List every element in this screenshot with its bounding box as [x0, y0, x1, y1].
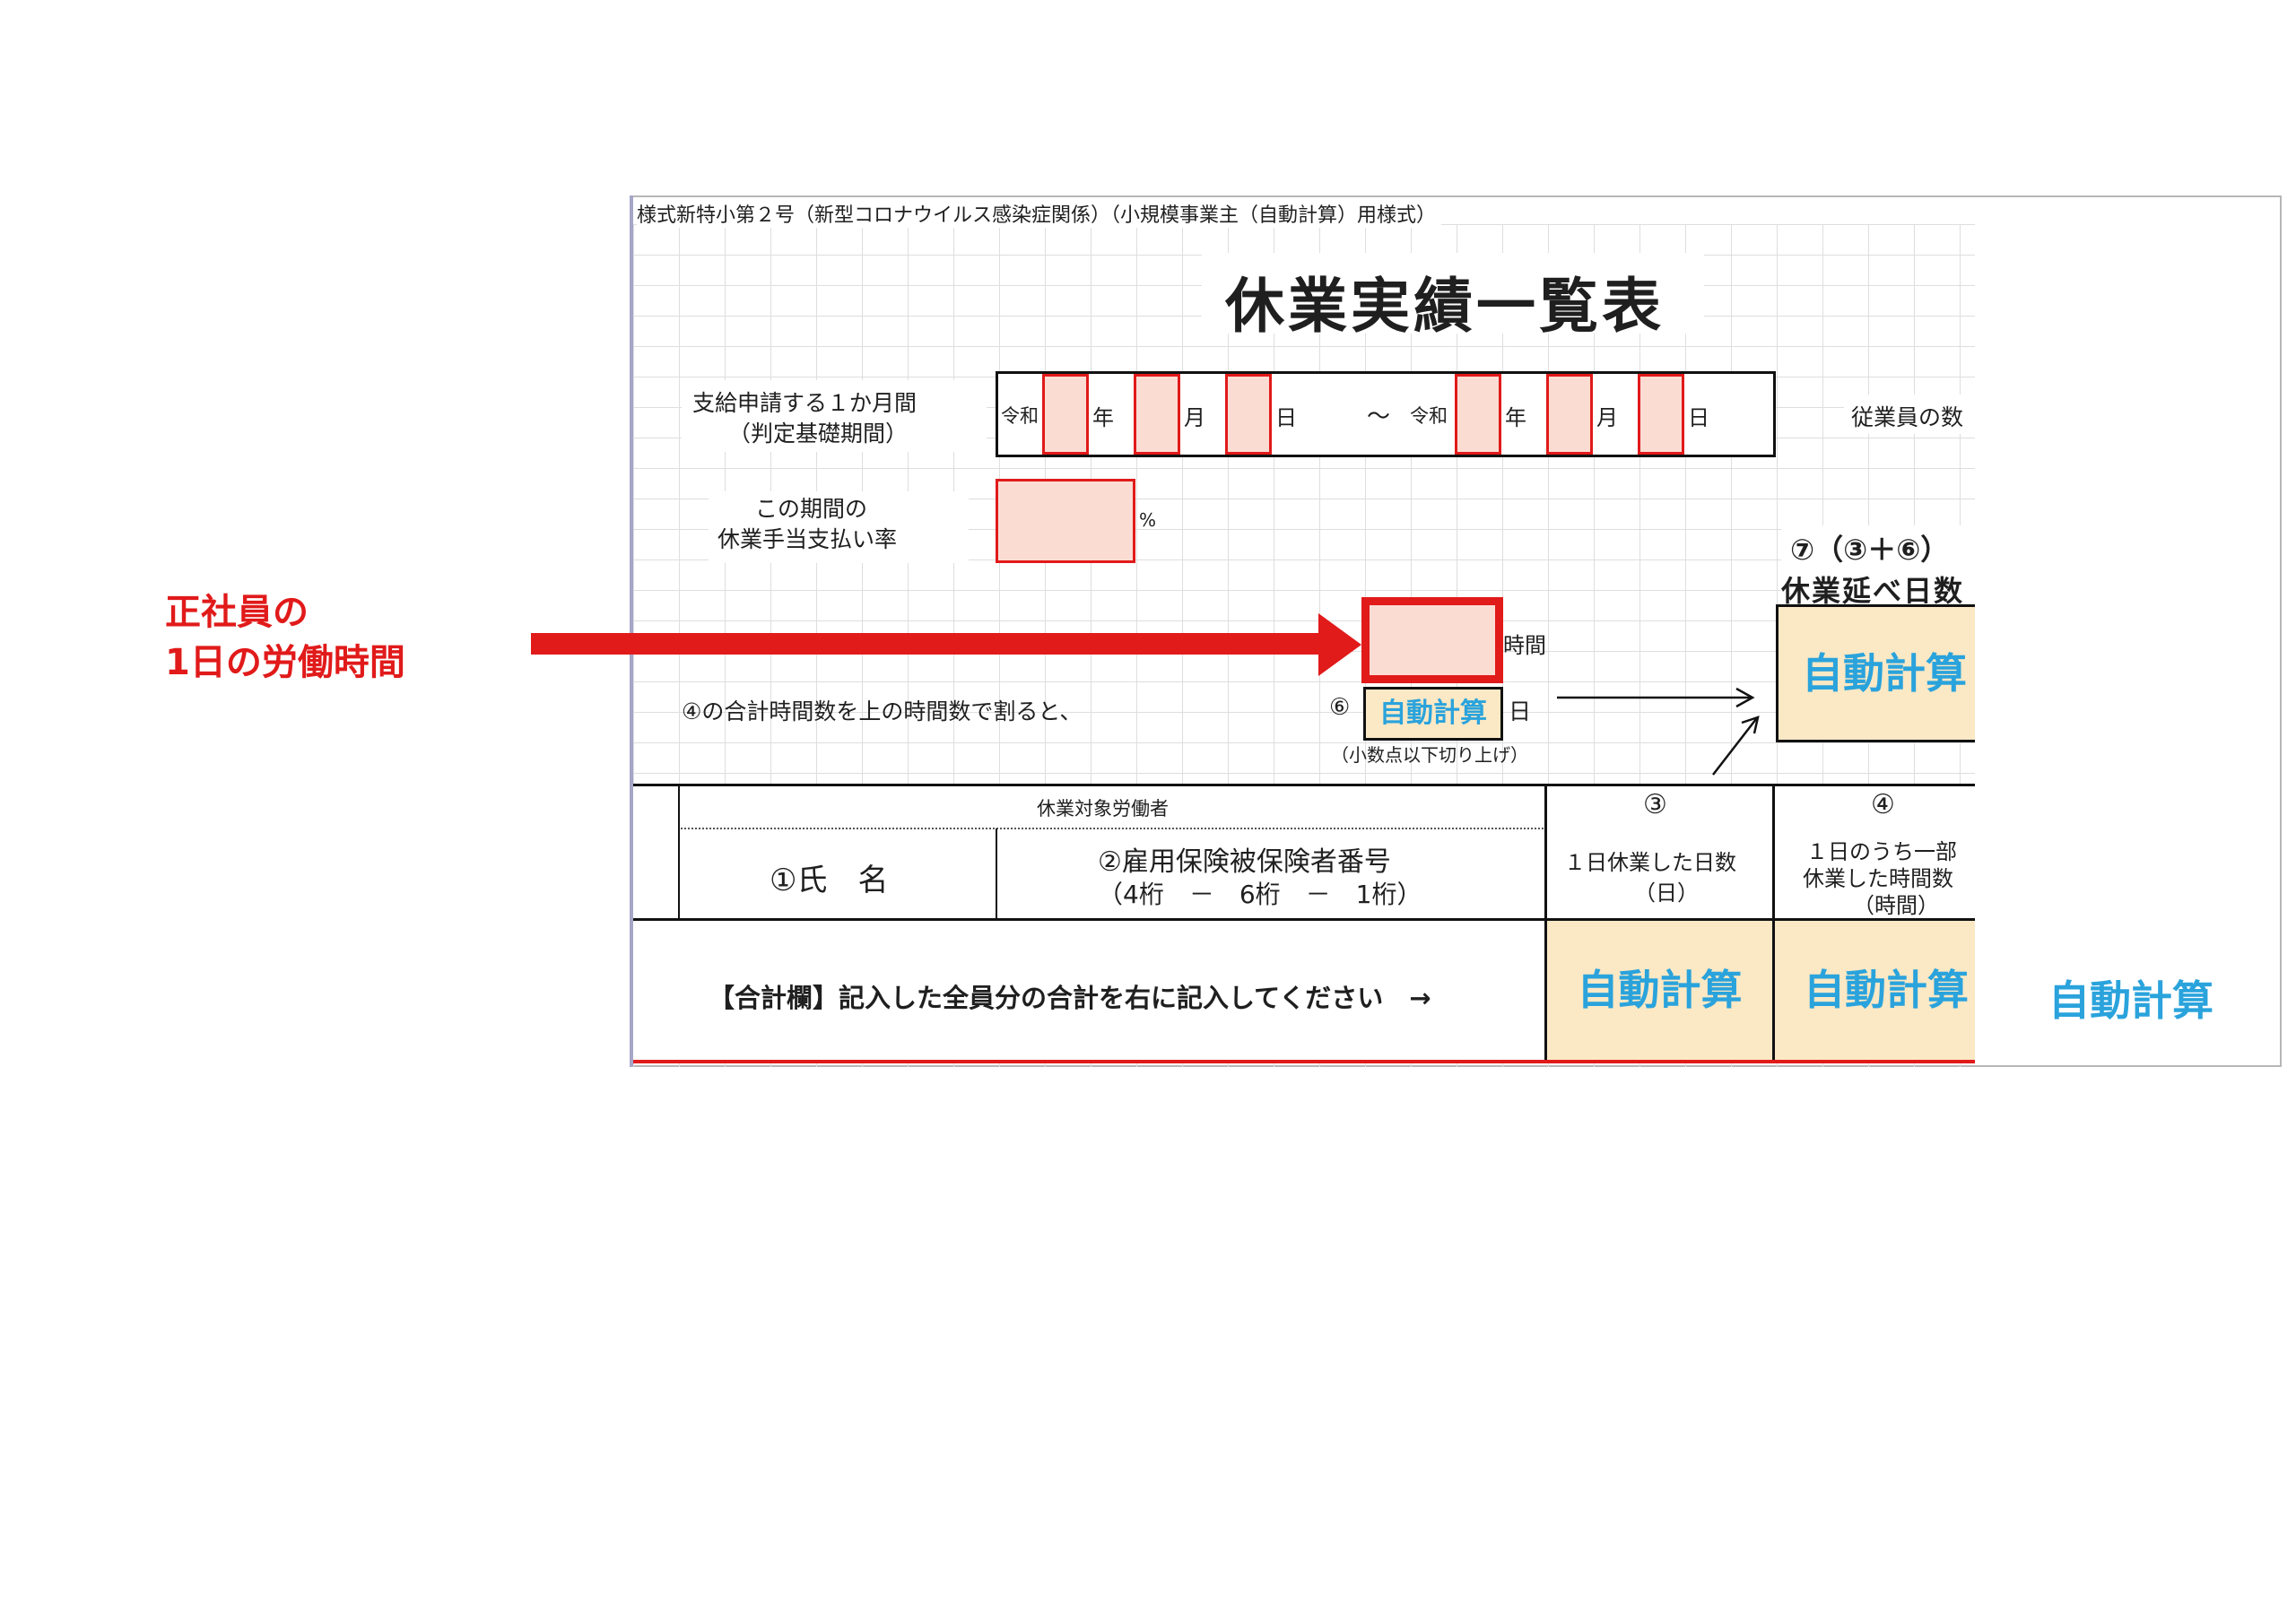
daily-hours-input[interactable] [1361, 597, 1503, 683]
period-tilde: ～ [1367, 403, 1391, 430]
rate-label: この期間の [755, 496, 868, 522]
end-month-label: 月 [1596, 405, 1618, 430]
col12-divider [996, 828, 997, 920]
rate-unit: % [1139, 509, 1157, 531]
col-insurance-header: ②雇用保険被保険者番号 [1098, 846, 1391, 878]
reiwa-end-label: 令和 [1410, 405, 1448, 427]
total-hours-auto: 自動計算 [1804, 966, 1969, 1014]
col-insurance-format: （4桁 － 6桁 － 1桁） [1098, 880, 1422, 909]
seven-auto-cell: 自動計算 [1776, 604, 1984, 742]
rate-input[interactable] [996, 479, 1135, 563]
total-seven-auto: 自動計算 [2048, 976, 2213, 1025]
circle-six: ⑥ [1329, 694, 1351, 721]
seven-auto-text: 自動計算 [1802, 649, 1967, 698]
six-auto-cell: 自動計算 [1363, 687, 1503, 741]
start-day-label: 日 [1275, 405, 1297, 430]
total-days-cell: 自動計算 [1547, 921, 1772, 1060]
period-label: 支給申請する１か月間 [692, 390, 918, 416]
start-day-input[interactable] [1225, 374, 1272, 455]
col3-unit: （日） [1634, 880, 1699, 906]
end-month-input[interactable] [1546, 374, 1593, 455]
start-month-input[interactable] [1134, 374, 1180, 455]
divide-text: ④の合計時間数を上の時間数で割ると、 [682, 698, 1083, 724]
employees-label: 従業員の数 [1851, 404, 1964, 430]
col4-number: ④ [1871, 789, 1895, 820]
end-year-label: 年 [1505, 405, 1526, 430]
col3-number: ③ [1643, 789, 1667, 820]
page-title: 休業実績一覧表 [1225, 272, 1665, 341]
day-unit: 日 [1509, 698, 1532, 724]
form-header: 様式新特小第２号（新型コロナウイルス感染症関係）（小規模事業主（自動計算）用様式… [637, 199, 1442, 228]
annotation-arrow-head-icon [1318, 613, 1361, 676]
end-year-input[interactable] [1455, 374, 1501, 455]
total-bottom-border [633, 1060, 1975, 1063]
period-sublabel: （判定基礎期間） [728, 421, 909, 447]
end-day-input[interactable] [1638, 374, 1684, 455]
round-note: （小数点以下切り上げ） [1331, 744, 1528, 766]
start-year-input[interactable] [1042, 374, 1089, 455]
start-month-label: 月 [1184, 405, 1205, 430]
hours-unit: 時間 [1503, 633, 1546, 658]
sheet-right-blank [1975, 197, 2280, 1065]
seven-header: ⑦（③＋⑥） [1790, 533, 1950, 567]
annotation-line1: 正社員の [165, 592, 309, 633]
six-auto-text: 自動計算 [1379, 698, 1487, 729]
table-left-border [678, 784, 680, 920]
col-name-header: ①氏 名 [770, 863, 889, 898]
annotation-arrow-shaft [531, 633, 1338, 655]
group-header: 休業対象労働者 [1037, 798, 1169, 820]
group-header-divider [678, 828, 1546, 829]
annotation-line2: 1日の労働時間 [165, 642, 405, 683]
col3-header: １日休業した日数 [1564, 850, 1736, 875]
end-day-label: 日 [1688, 405, 1709, 430]
total-label: 【合計欄】記入した全員分の合計を右に記入してください → [709, 983, 1431, 1013]
total-days-auto: 自動計算 [1577, 966, 1743, 1014]
start-year-label: 年 [1092, 405, 1114, 430]
col4-unit: （時間） [1853, 893, 1939, 918]
reiwa-start-label: 令和 [1001, 405, 1039, 427]
rate-sublabel: 休業手当支払い率 [718, 526, 898, 552]
arrow-icon [1557, 687, 1760, 776]
total-hours-cell: 自動計算 [1775, 921, 1975, 1060]
